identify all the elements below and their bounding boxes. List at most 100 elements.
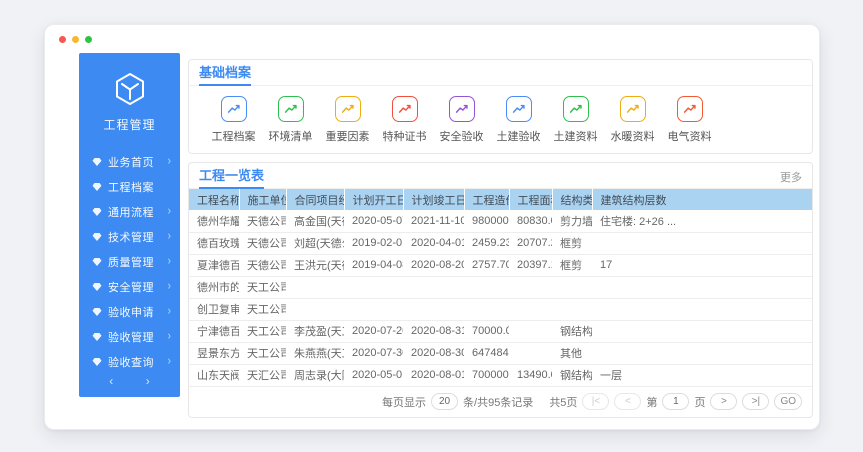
- archive-item-civil-docs[interactable]: 土建资料: [547, 96, 604, 144]
- first-page-button[interactable]: |<: [582, 393, 609, 410]
- archive-item-label: 重要因素: [326, 128, 370, 144]
- cell: 其他: [552, 342, 592, 364]
- sidebar-item-label: 验收查询: [108, 354, 168, 370]
- cell: [509, 298, 552, 320]
- gem-icon: [92, 307, 102, 317]
- cell: 天德公司: [239, 210, 286, 232]
- gem-icon: [92, 157, 102, 167]
- archive-item-plumbing-docs[interactable]: 水暖资料: [604, 96, 661, 144]
- sidebar-pager: ‹ ›: [79, 374, 180, 398]
- next-page-button[interactable]: >: [710, 393, 737, 410]
- col-contract-manager: 合同项目经理: [286, 189, 344, 210]
- sidebar-item-business-home[interactable]: 业务首页 ›: [79, 149, 180, 174]
- cell: [552, 276, 592, 298]
- archive-item-label: 工程档案: [212, 128, 256, 144]
- cell: 20707.26: [509, 232, 552, 254]
- archive-item-project-archive[interactable]: 工程档案: [205, 96, 262, 144]
- table-row[interactable]: 德州市的... 天工公司: [189, 276, 812, 298]
- cell: 框剪: [552, 254, 592, 276]
- cell: 80830.00: [509, 210, 552, 232]
- cell: 2020-07-30: [344, 342, 403, 364]
- sidebar-next-icon[interactable]: ›: [146, 374, 150, 388]
- table-row[interactable]: 夏津德百... 天德公司 王洪元(天德公司) 2019-04-08 2020-0…: [189, 254, 812, 276]
- pagination-bar: 每页显示 20 条/共95条记录 共5页 |< < 第 1 页 > >| GO: [189, 387, 812, 417]
- gem-icon: [92, 232, 102, 242]
- cell: 宁津德百...: [189, 320, 239, 342]
- sidebar-item-quality-management[interactable]: 质量管理 ›: [79, 249, 180, 274]
- table-row[interactable]: 德百玫瑰... 天德公司 刘超(天德公司) 2019-02-01 2020-04…: [189, 232, 812, 254]
- page-number-input[interactable]: 1: [662, 393, 689, 410]
- trend-chart-icon: [677, 96, 703, 122]
- table-header-row: 工程名称 施工单位 合同项目经理 计划开工日期 计划竣工日期 工程造价 工程面积…: [189, 189, 812, 210]
- sidebar-item-project-archive[interactable]: 工程档案: [79, 174, 180, 199]
- table-row[interactable]: 德州华耀... 天德公司 高金国(天德公司) 2020-05-07 2021-1…: [189, 210, 812, 232]
- cell: [592, 320, 812, 342]
- basic-archive-title[interactable]: 基础档案: [199, 66, 251, 86]
- sidebar-item-label: 技术管理: [108, 229, 168, 245]
- cell: 天汇公司: [239, 364, 286, 386]
- archive-item-safety-acceptance[interactable]: 安全验收: [433, 96, 490, 144]
- archive-item-env-list[interactable]: 环境清单: [262, 96, 319, 144]
- page-suffix-label: 页: [694, 394, 705, 410]
- cell: 框剪: [552, 232, 592, 254]
- sidebar-item-label: 通用流程: [108, 204, 168, 220]
- chevron-right-icon: ›: [168, 155, 171, 168]
- main-content: 基础档案 工程档案 环境清单 重要因素 特种证书: [188, 59, 813, 418]
- archive-item-civil-acceptance[interactable]: 土建验收: [490, 96, 547, 144]
- sidebar-prev-icon[interactable]: ‹: [109, 374, 113, 388]
- cell: 周志录(大阳公司): [286, 364, 344, 386]
- sidebar-item-general-flow[interactable]: 通用流程 ›: [79, 199, 180, 224]
- sidebar-item-label: 安全管理: [108, 279, 168, 295]
- basic-archive-panel: 基础档案 工程档案 环境清单 重要因素 特种证书: [188, 59, 813, 154]
- col-planned-start: 计划开工日期: [344, 189, 403, 210]
- sidebar: 工程管理 业务首页 › 工程档案 通用流程 › 技术管理 ›: [79, 53, 180, 397]
- archive-item-label: 土建资料: [554, 128, 598, 144]
- chevron-right-icon: ›: [168, 230, 171, 243]
- minimize-window-icon[interactable]: [72, 36, 79, 43]
- cell: [464, 276, 509, 298]
- chevron-right-icon: ›: [168, 205, 171, 218]
- project-list-title[interactable]: 工程一览表: [199, 169, 264, 189]
- table-row[interactable]: 山东天阀... 天汇公司 周志录(大阳公司) 2020-05-01 2020-0…: [189, 364, 812, 386]
- cell: 住宅楼: 2+26 ...: [592, 210, 812, 232]
- cell: 2019-04-08: [344, 254, 403, 276]
- sidebar-item-acceptance-apply[interactable]: 验收申请 ›: [79, 299, 180, 324]
- col-project-area: 工程面积: [509, 189, 552, 210]
- cell: 夏津德百...: [189, 254, 239, 276]
- cell: 天工公司: [239, 320, 286, 342]
- close-window-icon[interactable]: [59, 36, 66, 43]
- sidebar-item-acceptance-query[interactable]: 验收查询 ›: [79, 349, 180, 374]
- table-row[interactable]: 昱景东方... 天工公司 朱燕燕(天工公司) 2020-07-30 2020-0…: [189, 342, 812, 364]
- gem-icon: [92, 207, 102, 217]
- sidebar-item-acceptance-management[interactable]: 验收管理 ›: [79, 324, 180, 349]
- sidebar-item-safety-management[interactable]: 安全管理 ›: [79, 274, 180, 299]
- archive-item-label: 水暖资料: [611, 128, 655, 144]
- cell: [509, 342, 552, 364]
- table-row[interactable]: 创卫复审... 天工公司: [189, 298, 812, 320]
- archive-item-label: 电气资料: [668, 128, 712, 144]
- gem-icon: [92, 182, 102, 192]
- cell: 2020-08-31: [403, 320, 464, 342]
- trend-chart-icon: [620, 96, 646, 122]
- per-page-input[interactable]: 20: [431, 393, 458, 410]
- trend-chart-icon: [335, 96, 361, 122]
- zoom-window-icon[interactable]: [85, 36, 92, 43]
- cell: [344, 298, 403, 320]
- table-row[interactable]: 宁津德百... 天工公司 李茂盈(天工公司) 2020-07-20 2020-0…: [189, 320, 812, 342]
- archive-item-electrical-docs[interactable]: 电气资料: [661, 96, 718, 144]
- archive-item-special-cert[interactable]: 特种证书: [376, 96, 433, 144]
- trend-chart-icon: [449, 96, 475, 122]
- sidebar-item-label: 验收管理: [108, 329, 168, 345]
- sidebar-item-label: 工程档案: [108, 179, 171, 195]
- sidebar-item-tech-management[interactable]: 技术管理 ›: [79, 224, 180, 249]
- cell: [592, 342, 812, 364]
- cell: [403, 276, 464, 298]
- prev-page-button[interactable]: <: [614, 393, 641, 410]
- archive-shortcut-row: 工程档案 环境清单 重要因素 特种证书 安全验收: [189, 86, 812, 153]
- more-link[interactable]: 更多: [780, 169, 802, 188]
- cell: 98000000....: [464, 210, 509, 232]
- cell: 2020-04-01: [403, 232, 464, 254]
- archive-item-key-factors[interactable]: 重要因素: [319, 96, 376, 144]
- last-page-button[interactable]: >|: [742, 393, 769, 410]
- go-page-button[interactable]: GO: [774, 393, 802, 410]
